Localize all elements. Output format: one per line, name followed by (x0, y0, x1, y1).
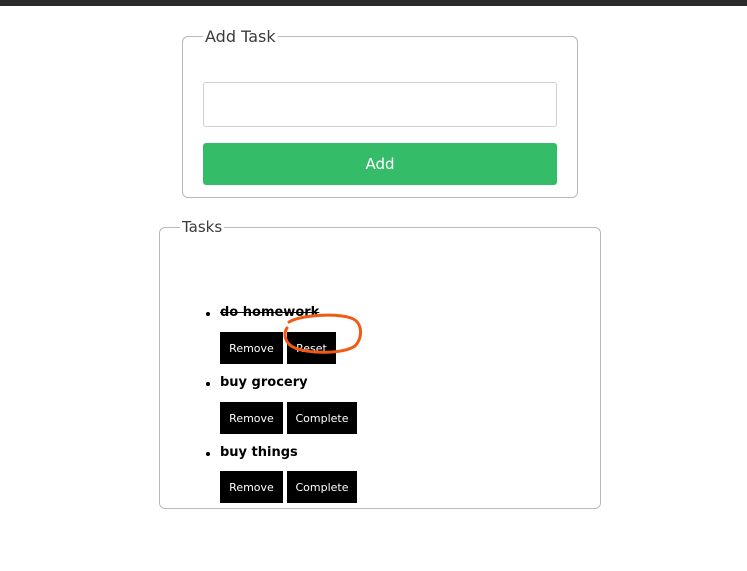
add-button[interactable]: Add (203, 143, 557, 185)
add-task-panel: Add Task Add (182, 27, 578, 198)
reset-button[interactable]: Reset (287, 332, 336, 364)
complete-button[interactable]: Complete (287, 402, 357, 434)
tasks-legend: Tasks (182, 218, 223, 236)
complete-button[interactable]: Complete (287, 471, 357, 503)
task-input[interactable] (203, 82, 557, 127)
task-text: do homework (220, 305, 320, 320)
add-task-legend: Add Task (205, 27, 276, 46)
top-bar (0, 0, 747, 6)
bullet-icon (206, 312, 210, 316)
tasks-panel: Tasks do homework Remove Reset buy groce… (159, 218, 601, 509)
remove-button[interactable]: Remove (220, 471, 283, 503)
bullet-icon (206, 452, 210, 456)
task-text: buy things (220, 445, 298, 460)
bullet-icon (206, 382, 210, 386)
remove-button[interactable]: Remove (220, 402, 283, 434)
remove-button[interactable]: Remove (220, 332, 283, 364)
task-text: buy grocery (220, 375, 308, 390)
